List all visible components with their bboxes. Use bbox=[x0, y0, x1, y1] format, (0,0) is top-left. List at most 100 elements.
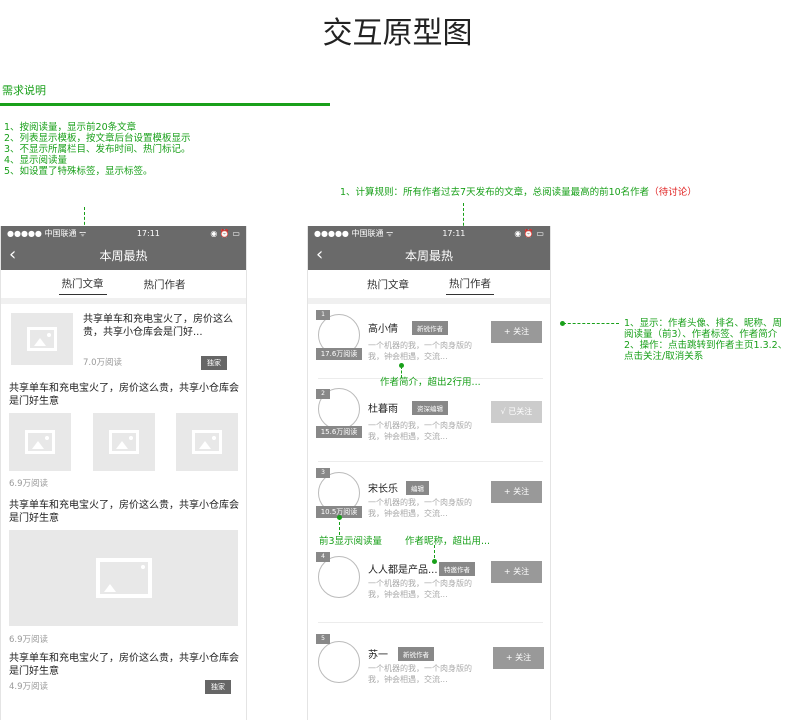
requirement-item: 4、显示阅读量 bbox=[4, 155, 68, 166]
author-tag: 新锐作者 bbox=[412, 321, 448, 335]
author-row[interactable]: 3 10.5万阅读 宋长乐 编辑 一个机器的我，一个肉身版的我，钟会相遇，交流.… bbox=[308, 464, 550, 544]
article-title: 共享单车和充电宝火了，房价这么贵，共享小仓库会是门好生意 bbox=[9, 383, 239, 407]
row-divider bbox=[318, 461, 543, 462]
article-tag: 独家 bbox=[201, 356, 227, 370]
requirement-item: 5、如设置了特殊标签，显示标签。 bbox=[4, 166, 153, 177]
requirement-item: 3、不显示所属栏目、发布时间、热门标记。 bbox=[4, 144, 191, 155]
battery-icon: ◉ ⏰ ▭ bbox=[210, 228, 240, 238]
author-bio: 一个机器的我，一个肉身版的我，钟会相遇，交流... bbox=[368, 664, 472, 684]
author-name: 高小倩 bbox=[368, 324, 398, 335]
tab-bar: 热门文章 热门作者 bbox=[1, 270, 246, 304]
article-title: 共享单车和充电宝火了，房价这么贵，共享小仓库会是门好生意 bbox=[9, 500, 239, 524]
annotation-dot bbox=[337, 515, 342, 520]
rule-note-pending: （待讨论） bbox=[649, 187, 697, 198]
author-rank: 4 bbox=[316, 552, 330, 562]
author-reads-badge: 17.6万阅读 bbox=[316, 348, 362, 360]
time-text: 17:11 bbox=[442, 228, 466, 238]
following-button[interactable]: √ 已关注 bbox=[491, 401, 542, 423]
author-rank: 2 bbox=[316, 389, 330, 399]
nav-title: 本周最热 bbox=[404, 248, 453, 263]
article-title: 共享单车和充电宝火了，房价这么贵，共享小仓库会是门好... bbox=[83, 314, 233, 338]
hot-articles-screen: ●●●●● 中国联通 ᯤ 17:11 ◉ ⏰ ▭ ‹ 本周最热 热门文章 热门作… bbox=[0, 226, 247, 720]
author-tag: 资深编辑 bbox=[412, 401, 448, 415]
nickname-annotation: 作者昵称，超出用... bbox=[405, 536, 491, 547]
article-item[interactable]: 共享单车和充电宝火了，房价这么贵，共享小仓库会是门好生意 6.9万阅读 bbox=[1, 497, 246, 650]
annotation-dot bbox=[560, 321, 565, 326]
image-placeholder-icon bbox=[27, 327, 57, 351]
author-row[interactable]: 5 苏一 新锐作者 一个机器的我，一个肉身版的我，钟会相遇，交流... + 关注 bbox=[308, 632, 550, 712]
status-bar: ●●●●● 中国联通 ᯤ 17:11 ◉ ⏰ ▭ bbox=[1, 226, 246, 240]
time-text: 17:11 bbox=[136, 228, 160, 238]
article-reads: 4.9万阅读 bbox=[9, 682, 49, 692]
article-thumbnail bbox=[176, 413, 238, 471]
tab-hot-authors[interactable]: 热门作者 bbox=[141, 274, 189, 295]
carrier-text: ●●●●● 中国联通 ᯤ bbox=[7, 228, 87, 238]
requirements-underline bbox=[0, 103, 330, 106]
tab-bar: 热门文章 热门作者 bbox=[308, 270, 550, 304]
requirement-item: 2、列表显示模板，按文章后台设置模板显示 bbox=[4, 133, 191, 144]
article-thumbnail bbox=[11, 313, 73, 365]
author-bio: 一个机器的我，一个肉身版的我，钟会相遇，交流... bbox=[368, 421, 472, 441]
display-note-line: 点击关注/取消关系 bbox=[624, 351, 704, 362]
author-name: 苏一 bbox=[368, 650, 388, 661]
nav-bar: ‹ 本周最热 bbox=[308, 240, 550, 270]
follow-button[interactable]: + 关注 bbox=[491, 481, 542, 503]
author-reads-badge: 15.6万阅读 bbox=[316, 426, 362, 438]
battery-icon: ◉ ⏰ ▭ bbox=[514, 228, 544, 238]
row-divider bbox=[318, 622, 543, 623]
author-bio: 一个机器的我，一个肉身版的我，钟会相遇，交流... bbox=[368, 579, 472, 599]
bio-annotation: 作者简介，超出2行用... bbox=[380, 377, 481, 388]
requirement-item: 1、按阅读量，显示前20条文章 bbox=[4, 122, 137, 133]
tab-hot-authors[interactable]: 热门作者 bbox=[446, 273, 494, 295]
author-bio: 一个机器的我，一个肉身版的我，钟会相遇，交流... bbox=[368, 341, 472, 361]
tab-hot-articles[interactable]: 热门文章 bbox=[58, 273, 107, 295]
author-avatar[interactable] bbox=[318, 556, 360, 598]
nav-title: 本周最热 bbox=[99, 248, 148, 263]
author-row[interactable]: 2 15.6万阅读 杜暮雨 资深编辑 一个机器的我，一个肉身版的我，钟会相遇，交… bbox=[308, 383, 550, 463]
article-cover-image bbox=[9, 530, 238, 626]
author-tag: 新锐作者 bbox=[398, 647, 434, 661]
display-note: 1、显示：作者头像、排名、昵称、周 阅读量（前3）、作者标签、作者简介 2、操作… bbox=[624, 318, 787, 362]
image-placeholder-icon bbox=[95, 558, 152, 598]
author-row[interactable]: 4 人人都是产品... 特邀作者 一个机器的我，一个肉身版的我，钟会相遇，交流.… bbox=[308, 550, 550, 630]
author-row[interactable]: 1 17.6万阅读 高小倩 新锐作者 一个机器的我，一个肉身版的我，钟会相遇，交… bbox=[308, 304, 550, 384]
article-reads: 7.0万阅读 bbox=[83, 358, 123, 368]
back-icon[interactable]: ‹ bbox=[316, 244, 323, 265]
image-placeholder-icon bbox=[192, 430, 222, 454]
article-thumbnail bbox=[9, 413, 71, 471]
requirements-heading: 需求说明 bbox=[2, 84, 46, 97]
requirements-list: 1、按阅读量，显示前20条文章 2、列表显示模板，按文章后台设置模板显示 3、不… bbox=[4, 122, 191, 177]
article-item[interactable]: 共享单车和充电宝火了，房价这么贵，共享小仓库会是门好生意 6.9万阅读 bbox=[1, 380, 246, 497]
article-item[interactable]: 共享单车和充电宝火了，房价这么贵，共享小仓库会是门好生意 4.9万阅读 独家 bbox=[1, 650, 246, 694]
follow-button[interactable]: + 关注 bbox=[493, 647, 544, 669]
tab-hot-articles[interactable]: 热门文章 bbox=[364, 274, 412, 295]
author-tag: 特邀作者 bbox=[439, 562, 475, 576]
author-name: 人人都是产品... bbox=[368, 565, 438, 576]
article-title: 共享单车和充电宝火了，房价这么贵，共享小仓库会是门好生意 bbox=[9, 653, 239, 677]
image-placeholder-icon bbox=[25, 430, 55, 454]
display-note-line: 2、操作：点击跳转到作者主页1.3.2、 bbox=[624, 340, 788, 351]
author-tag: 编辑 bbox=[406, 481, 429, 495]
author-list: 1 17.6万阅读 高小倩 新锐作者 一个机器的我，一个肉身版的我，钟会相遇，交… bbox=[308, 304, 550, 720]
rule-note-text: 1、计算规则：所有作者过去7天发布的文章，总阅读量最高的前10名作者 bbox=[340, 187, 650, 198]
article-tag: 独家 bbox=[205, 680, 231, 694]
author-name: 宋长乐 bbox=[368, 484, 398, 495]
article-item[interactable]: 共享单车和充电宝火了，房价这么贵，共享小仓库会是门好... 7.0万阅读 独家 bbox=[1, 304, 246, 380]
display-note-line: 1、显示：作者头像、排名、昵称、周 bbox=[624, 318, 783, 329]
article-reads: 6.9万阅读 bbox=[9, 479, 49, 489]
author-rank: 5 bbox=[316, 634, 330, 644]
follow-button[interactable]: + 关注 bbox=[491, 321, 542, 343]
page-title: 交互原型图 bbox=[322, 16, 473, 51]
annotation-connector bbox=[563, 323, 619, 324]
author-rank: 3 bbox=[316, 468, 330, 478]
image-placeholder-icon bbox=[109, 430, 139, 454]
annotation-dot bbox=[432, 559, 437, 564]
author-bio: 一个机器的我，一个肉身版的我，钟会相遇，交流... bbox=[368, 498, 472, 518]
author-rank: 1 bbox=[316, 310, 330, 320]
hot-authors-screen: ●●●●● 中国联通 ᯤ 17:11 ◉ ⏰ ▭ ‹ 本周最热 热门文章 热门作… bbox=[307, 226, 551, 720]
back-icon[interactable]: ‹ bbox=[9, 244, 16, 265]
display-note-line: 阅读量（前3）、作者标签、作者简介 bbox=[624, 329, 778, 340]
author-avatar[interactable] bbox=[318, 641, 360, 683]
follow-button[interactable]: + 关注 bbox=[491, 561, 542, 583]
article-thumbnail bbox=[93, 413, 155, 471]
